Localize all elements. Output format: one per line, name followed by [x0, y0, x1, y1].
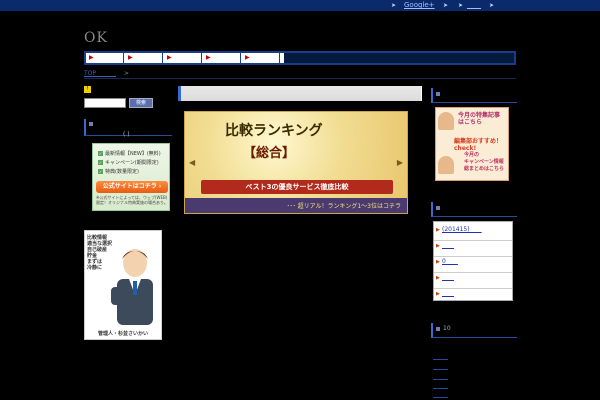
square-icon — [89, 122, 93, 126]
banner-footer: ･･･ 超リアル！ランキング1〜3位はコチラ — [185, 198, 407, 213]
girl-icon — [438, 112, 454, 130]
nav-item[interactable]: ▶ — [86, 53, 124, 63]
arrow-icon: ▶ — [436, 243, 440, 249]
promo-line: ✓ キャンペーン(期間限定) — [98, 160, 159, 166]
ranking-banner[interactable]: 比較ランキング 【総合】 ベスト3の優良サービス徹底比較 ･･･ 超リアル！ラン… — [184, 111, 408, 214]
right-section-header — [431, 88, 517, 103]
manager-caption: 管理人・杉並さいかい — [97, 331, 148, 337]
nav-item[interactable]: ▶ — [125, 53, 163, 63]
top-link-2[interactable]: ____ — [467, 0, 481, 11]
check-icon: ✓ — [98, 169, 103, 174]
square-icon — [436, 327, 440, 331]
breadcrumb: TOP ______ > — [84, 70, 135, 77]
nav-filler — [284, 53, 514, 63]
right-section-header: 10 — [431, 323, 517, 338]
check-icon: ✓ — [98, 160, 103, 165]
arrow-icon: ▶ — [436, 227, 440, 233]
feature-line3: 今月の キャンペーン情報 総まとめはこちら — [464, 152, 505, 172]
divider — [84, 78, 516, 79]
global-nav: ▶ ▶ ▶ ▶ ▶ — [84, 51, 516, 65]
site-logo[interactable]: OK — [84, 30, 108, 46]
list-item[interactable]: ▶ ____ — [434, 286, 512, 305]
next-arrow-icon[interactable]: ▶ — [397, 158, 403, 167]
top-link-google[interactable]: Google+ — [404, 0, 435, 11]
recent-link[interactable]: ______ — [433, 392, 448, 398]
promo-banner[interactable]: ✓ 最新情報【NEW】(無料) ✓ キャンペーン(期間限定) ✓ 特典(数量限定) 公… — [92, 143, 170, 211]
banner-subtitle: 【総合】 — [243, 146, 296, 161]
prev-arrow-icon[interactable]: ◀ — [189, 158, 195, 167]
girl-icon — [438, 156, 454, 174]
feature-banner[interactable]: 今月の特集記事 はこちら 編集部おすすめ！ check! 今月の キャンペーン情… — [435, 107, 509, 181]
section-title: 10 — [443, 325, 451, 332]
promo-line: ✓ 最新情報【NEW】(無料) — [98, 151, 161, 157]
banner-title: 比較ランキング — [225, 123, 323, 139]
arrow-icon: ▶ — [436, 291, 440, 297]
center-section-header — [178, 86, 422, 101]
promo-line: ✓ 特典(数量限定) — [98, 169, 139, 175]
top-arrow-icon: ➤ — [443, 2, 449, 9]
nav-item[interactable]: ▶ — [242, 53, 280, 63]
banner-ribbon: ベスト3の優良サービス徹底比較 — [201, 180, 393, 194]
breadcrumb-home[interactable]: TOP ______ — [84, 70, 116, 77]
top-arrow-icon: ➤ — [458, 2, 464, 9]
search-input[interactable] — [84, 98, 126, 108]
nav-item[interactable]: ▶ — [164, 53, 202, 63]
top-arrow-icon: ➤ — [489, 2, 495, 9]
recent-link[interactable]: ______ — [433, 374, 448, 380]
recent-link[interactable]: ______ — [433, 364, 448, 370]
check-icon: ✓ — [98, 151, 103, 156]
recent-link[interactable]: ______ — [433, 383, 448, 389]
square-icon — [436, 206, 440, 210]
recent-link[interactable]: ______ — [433, 354, 448, 360]
nav-item[interactable]: ▶ — [203, 53, 241, 63]
arrow-icon: ▶ — [436, 275, 440, 281]
right-section-header — [431, 202, 517, 217]
official-site-button[interactable]: 公式サイトはコチラ › — [96, 181, 168, 193]
feature-line1: 今月の特集記事 はこちら — [458, 112, 501, 126]
feature-line2: 編集部おすすめ！ check! — [454, 138, 503, 152]
top-bar — [0, 0, 600, 11]
manager-illustration-icon — [111, 249, 153, 325]
sidebar-section-text: ( ) — [93, 131, 130, 138]
square-icon — [436, 92, 440, 96]
breadcrumb-separator: > — [123, 70, 129, 77]
right-link-list: ▶ (201415)____ ▶ ____ ▶ 0____ ▶ ____ ▶ ____ — [433, 221, 513, 301]
search-button[interactable]: 検索 — [129, 98, 153, 108]
promo-note: ※公式サイトによっては、ウェブ(WEB)限定！オリジナル特典実施の場合あり。 — [96, 195, 168, 205]
manager-image: 比較情報 適当な選択 自己破産 貯金 まずは 冷静に 管理人・杉並さいかい — [84, 230, 162, 340]
rss-icon[interactable]: ! — [84, 86, 91, 93]
arrow-icon: ▶ — [436, 259, 440, 265]
top-arrow-icon: ➤ — [391, 2, 397, 9]
